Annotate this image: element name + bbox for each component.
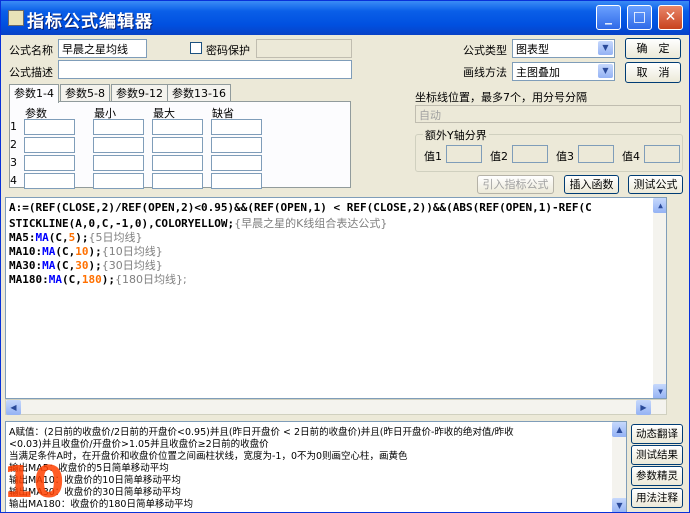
- y-value-label: 值2: [490, 150, 508, 163]
- test-formula-button[interactable]: 测试公式: [628, 175, 683, 194]
- usage-notes-button[interactable]: 用法注释: [631, 488, 683, 508]
- watermark-logo: 10: [3, 457, 65, 508]
- param-name-input[interactable]: [24, 155, 75, 171]
- param-name-input[interactable]: [24, 119, 75, 135]
- draw-method-value: 主图叠加: [516, 66, 560, 79]
- param-max-input[interactable]: [152, 155, 203, 171]
- param-min-input[interactable]: [93, 137, 144, 153]
- password-label: 密码保护: [206, 44, 250, 57]
- scroll-up-icon[interactable]: ▲: [612, 422, 626, 437]
- code-args-end: );: [101, 273, 115, 286]
- minimize-button[interactable]: _: [596, 5, 621, 30]
- chevron-down-icon: ▼: [598, 41, 613, 55]
- code-number: 180: [81, 273, 102, 286]
- param-min-input[interactable]: [93, 119, 144, 135]
- title-bar[interactable]: 指标公式编辑器 _ □ ✕: [1, 1, 689, 35]
- formula-description-panel[interactable]: A赋值：(2日前的收盘价/2日前的开盘价<0.95)并且(昨日开盘价 < 2日前…: [5, 421, 627, 512]
- y-value-3-input[interactable]: [578, 145, 614, 163]
- maximize-button[interactable]: □: [627, 5, 652, 30]
- param-max-input[interactable]: [152, 173, 203, 189]
- param-row-number: 3: [10, 156, 17, 169]
- editor-vertical-scrollbar[interactable]: ▲ ▼: [653, 198, 666, 398]
- param-default-input[interactable]: [211, 173, 262, 189]
- param-row-number: 2: [10, 138, 17, 151]
- param-row-number: 4: [10, 174, 17, 187]
- formula-name-label: 公式名称: [9, 44, 53, 57]
- tab-params-13-16[interactable]: 参数13-16: [167, 84, 231, 102]
- formula-desc-label: 公式描述: [9, 66, 53, 79]
- formula-name-field[interactable]: 早晨之星均线: [58, 39, 147, 58]
- code-line: A:=(REF(CLOSE,2)/REF(OPEN,2)<0.95)&&(REF…: [9, 201, 592, 214]
- code-args: (C,: [62, 273, 82, 286]
- code-comment: {早晨之星的K线组合表达公式}: [234, 217, 388, 230]
- dynamic-translate-button[interactable]: 动态翻译: [631, 424, 683, 444]
- insert-function-button[interactable]: 插入函数: [564, 175, 619, 194]
- scroll-down-icon[interactable]: ▼: [653, 384, 666, 398]
- y-value-label: 值4: [622, 150, 640, 163]
- param-min-input[interactable]: [93, 173, 144, 189]
- close-icon: ✕: [664, 9, 677, 25]
- maximize-icon: □: [632, 9, 647, 25]
- y-value-label: 值3: [556, 150, 574, 163]
- param-default-input[interactable]: [211, 155, 262, 171]
- param-name-input[interactable]: [24, 137, 75, 153]
- tab-params-9-12[interactable]: 参数9-12: [111, 84, 168, 102]
- y-value-4-input[interactable]: [644, 145, 680, 163]
- scroll-up-icon[interactable]: ▲: [653, 198, 666, 213]
- cancel-button[interactable]: 取 消: [625, 62, 681, 83]
- formula-type-select[interactable]: 图表型 ▼: [512, 39, 615, 58]
- code-var: MA180:: [9, 273, 49, 286]
- code-comment: {180日均线};: [115, 273, 187, 286]
- param-panel: 参数 最小 最大 缺省 1 2 3 4: [9, 101, 351, 189]
- test-result-button[interactable]: 测试结果: [631, 445, 683, 465]
- scroll-right-icon[interactable]: ▶: [636, 400, 651, 415]
- param-default-input[interactable]: [211, 119, 262, 135]
- draw-method-label: 画线方法: [463, 66, 507, 79]
- formula-code-editor[interactable]: A:=(REF(CLOSE,2)/REF(OPEN,2)<0.95)&&(REF…: [5, 197, 667, 399]
- code-line: MA180:MA(C,180);{180日均线};: [9, 271, 187, 287]
- y-value-2-input[interactable]: [512, 145, 548, 163]
- import-formula-button[interactable]: 引入指标公式: [477, 175, 554, 194]
- chevron-down-icon: ▼: [598, 64, 613, 78]
- code-func: MA: [48, 273, 62, 286]
- tab-params-5-8[interactable]: 参数5-8: [60, 84, 110, 102]
- formula-editor-window: 指标公式编辑器 _ □ ✕ 公式名称 早晨之星均线 密码保护 公式类型 图表型 …: [0, 0, 690, 513]
- axis-position-label: 坐标线位置，最多7个，用分号分隔: [415, 91, 587, 104]
- tab-params-1-4[interactable]: 参数1-4: [9, 84, 59, 103]
- password-field[interactable]: [256, 39, 352, 58]
- close-button[interactable]: ✕: [658, 5, 683, 30]
- editor-horizontal-scrollbar[interactable]: ◀ ▶: [5, 399, 667, 415]
- param-tabs: 参数1-4 参数5-8 参数9-12 参数13-16 参数 最小 最大 缺省 1…: [9, 84, 351, 189]
- draw-method-select[interactable]: 主图叠加 ▼: [512, 62, 615, 81]
- param-row-number: 1: [10, 120, 17, 133]
- formula-desc-field[interactable]: [58, 60, 352, 79]
- formula-type-value: 图表型: [516, 43, 549, 56]
- axis-position-field[interactable]: 自动: [415, 105, 681, 123]
- minimize-icon: _: [605, 9, 612, 25]
- description-scrollbar[interactable]: ▲ ▼: [612, 422, 626, 512]
- param-default-input[interactable]: [211, 137, 262, 153]
- app-icon: [8, 10, 24, 26]
- scroll-down-icon[interactable]: ▼: [612, 498, 626, 512]
- password-checkbox[interactable]: [190, 42, 202, 54]
- param-max-input[interactable]: [152, 119, 203, 135]
- scroll-left-icon[interactable]: ◀: [6, 400, 21, 415]
- param-name-input[interactable]: [24, 173, 75, 189]
- param-min-input[interactable]: [93, 155, 144, 171]
- extra-y-axis-group: 额外Y轴分界 值1 值2 值3 值4: [415, 127, 683, 172]
- param-wizard-button[interactable]: 参数精灵: [631, 466, 683, 486]
- ok-button[interactable]: 确 定: [625, 38, 681, 59]
- param-max-input[interactable]: [152, 137, 203, 153]
- extra-y-axis-title: 额外Y轴分界: [423, 127, 489, 143]
- y-value-1-input[interactable]: [446, 145, 482, 163]
- window-title: 指标公式编辑器: [27, 12, 153, 32]
- formula-type-label: 公式类型: [463, 44, 507, 57]
- y-value-label: 值1: [424, 150, 442, 163]
